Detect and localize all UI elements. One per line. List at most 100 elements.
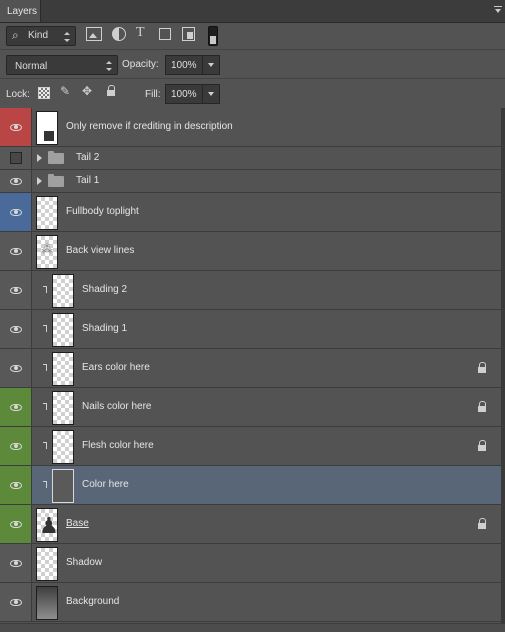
expand-arrow-icon[interactable]: [37, 177, 42, 185]
eye-icon: [10, 123, 22, 131]
layer-row[interactable]: Flesh color here: [0, 427, 501, 466]
updown-icon: [64, 32, 70, 42]
lock-all-icon[interactable]: [106, 85, 116, 97]
layer-row[interactable]: Base: [0, 505, 501, 544]
layer-row[interactable]: Shadow: [0, 544, 501, 583]
expand-arrow-icon[interactable]: [37, 154, 42, 162]
updown-icon: [106, 61, 112, 71]
layer-thumbnail: [36, 508, 59, 542]
layers-panel: Layers ⌕ Kind T Normal Opacity: 100% Loc: [0, 0, 505, 632]
clipping-mask-icon: [42, 401, 50, 411]
layer-name: Shadow: [66, 557, 103, 568]
layer-thumbnail: [36, 547, 58, 581]
layer-row-selected[interactable]: Color here: [0, 466, 501, 505]
lock-row: Lock: ✎ ✥ Fill: 100%: [0, 78, 505, 108]
layer-group-row[interactable]: Tail 2: [0, 147, 501, 170]
fill-field[interactable]: 100%: [165, 84, 203, 104]
layers-list: Only remove if crediting in description …: [0, 108, 505, 623]
panel-menu-icon[interactable]: [494, 6, 502, 14]
lock-image-icon[interactable]: ✎: [60, 84, 70, 98]
search-icon: ⌕: [12, 28, 19, 42]
layer-row[interactable]: Fullbody toplight: [0, 193, 501, 232]
panel-header: Layers: [0, 0, 505, 23]
clipping-mask-icon: [42, 362, 50, 372]
opacity-field[interactable]: 100%: [165, 55, 203, 75]
layer-name: Tail 1: [76, 175, 100, 186]
filter-toggle-icon[interactable]: [208, 26, 218, 46]
eye-icon: [10, 247, 22, 255]
layer-name: Ears color here: [82, 362, 150, 373]
layer-row[interactable]: Shading 2: [0, 271, 501, 310]
layer-row[interactable]: Ears color here: [0, 349, 501, 388]
clipping-mask-icon: [42, 440, 50, 450]
kind-filter-dropdown[interactable]: ⌕ Kind: [6, 26, 76, 46]
layer-thumbnail: [52, 274, 74, 308]
layer-name: Color here: [82, 479, 129, 490]
layer-name: Tail 2: [76, 152, 100, 163]
layer-row[interactable]: Nails color here: [0, 388, 501, 427]
visibility-toggle[interactable]: [0, 193, 32, 231]
eye-icon: [10, 177, 22, 185]
visibility-toggle[interactable]: [0, 170, 32, 192]
layer-lock-icon: [477, 362, 487, 373]
opacity-slider-button[interactable]: [202, 55, 220, 75]
opacity-value: 100%: [171, 60, 197, 71]
eye-icon: [10, 598, 22, 606]
folder-icon: [48, 174, 64, 187]
adjustment-filter-icon[interactable]: [112, 27, 126, 41]
smart-object-filter-icon[interactable]: [182, 27, 195, 41]
clipping-mask-icon: [42, 323, 50, 333]
lock-transparent-icon[interactable]: [38, 87, 50, 99]
fill-slider-button[interactable]: [202, 84, 220, 104]
layer-name: Back view lines: [66, 245, 135, 256]
layer-row[interactable]: Shading 1: [0, 310, 501, 349]
lock-position-icon[interactable]: ✥: [82, 84, 92, 98]
visibility-toggle[interactable]: [0, 544, 32, 582]
layer-lock-icon: [477, 401, 487, 412]
visibility-toggle[interactable]: [0, 349, 32, 387]
layer-name: Only remove if crediting in description: [66, 121, 233, 132]
layer-thumbnail: [36, 235, 58, 269]
fill-label: Fill:: [145, 89, 161, 100]
layer-name: Base: [66, 518, 89, 529]
visibility-toggle[interactable]: [0, 147, 32, 169]
layer-group-row[interactable]: Tail 1: [0, 170, 501, 193]
layer-thumbnail: [52, 430, 74, 464]
visibility-toggle[interactable]: [0, 466, 32, 504]
layer-name: Flesh color here: [82, 440, 154, 451]
layer-row[interactable]: Back view lines: [0, 232, 501, 271]
hidden-visibility-icon: [10, 152, 22, 164]
visibility-toggle[interactable]: [0, 232, 32, 270]
layer-name: Background: [66, 596, 120, 607]
layer-lock-icon: [477, 440, 487, 451]
scrollbar[interactable]: [501, 108, 505, 623]
eye-icon: [10, 559, 22, 567]
visibility-toggle[interactable]: [0, 583, 32, 621]
type-filter-icon[interactable]: T: [136, 25, 145, 41]
blend-mode-value: Normal: [15, 61, 48, 72]
visibility-toggle[interactable]: [0, 388, 32, 426]
visibility-toggle[interactable]: [0, 108, 32, 146]
layer-name: Fullbody toplight: [66, 206, 139, 217]
visibility-toggle[interactable]: [0, 271, 32, 309]
visibility-toggle[interactable]: [0, 310, 32, 348]
eye-icon: [10, 325, 22, 333]
layer-thumbnail: [52, 313, 74, 347]
eye-icon: [10, 520, 22, 528]
filter-row: ⌕ Kind T: [0, 22, 505, 49]
eye-icon: [10, 364, 22, 372]
layer-name: Shading 1: [82, 323, 128, 334]
layer-name: Shading 2: [82, 284, 128, 295]
visibility-toggle[interactable]: [0, 505, 32, 543]
shape-filter-icon[interactable]: [159, 28, 171, 40]
layer-thumbnail: [52, 391, 74, 425]
layer-row[interactable]: Background: [0, 583, 501, 622]
eye-icon: [10, 286, 22, 294]
blend-mode-dropdown[interactable]: Normal: [6, 55, 118, 75]
layer-row[interactable]: Only remove if crediting in description: [0, 108, 501, 147]
kind-label: Kind: [28, 30, 49, 41]
tab-layers[interactable]: Layers: [0, 0, 41, 22]
opacity-label: Opacity:: [122, 59, 159, 70]
visibility-toggle[interactable]: [0, 427, 32, 465]
pixel-filter-icon[interactable]: [86, 27, 102, 41]
